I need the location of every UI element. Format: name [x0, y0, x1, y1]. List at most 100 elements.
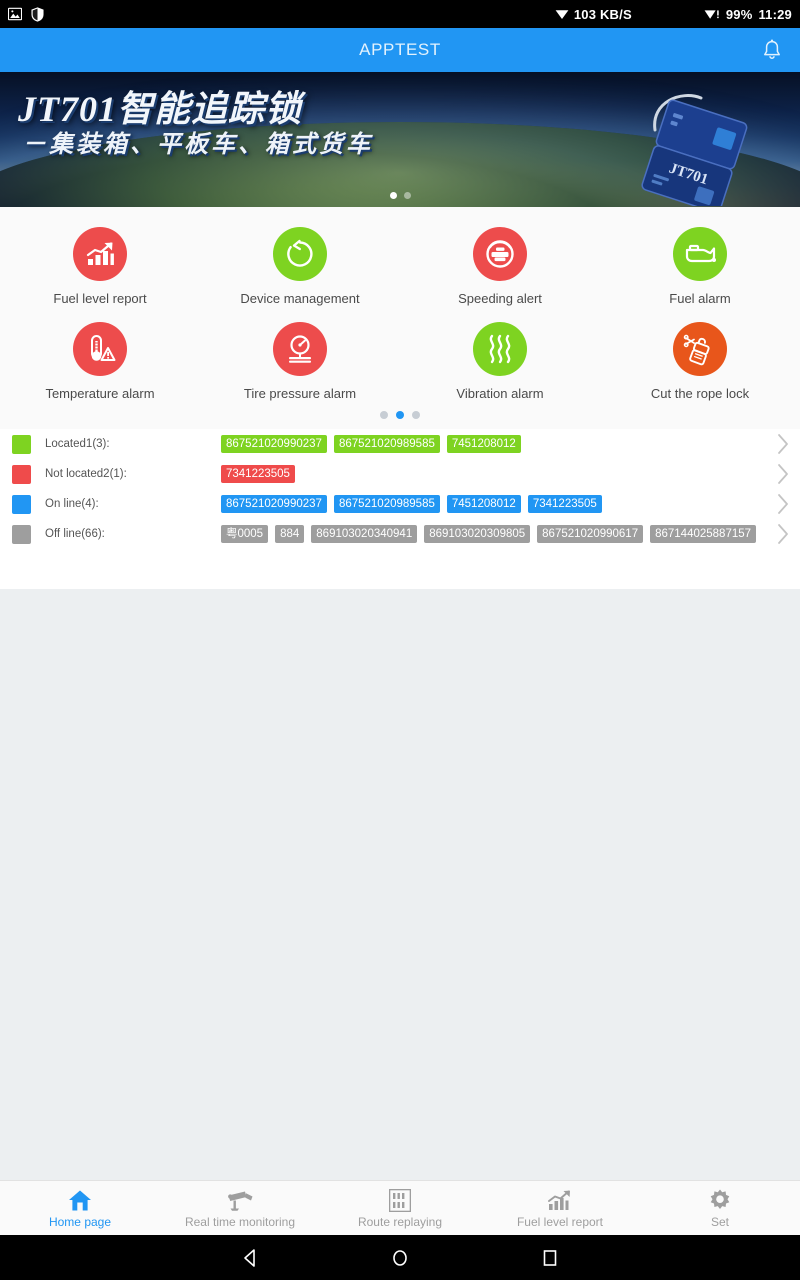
device-tag[interactable]: 7451208012 [446, 495, 521, 513]
feature-shortcut-section: Fuel level report Device management Spee… [0, 207, 800, 429]
tire-gauge-icon [289, 335, 311, 363]
grid-item-fuel-level-report[interactable]: Fuel level report [0, 221, 200, 310]
device-tag[interactable]: 867144025887157 [650, 525, 757, 543]
recents-square-icon[interactable] [535, 1243, 565, 1273]
grid-item-label: Cut the rope lock [650, 386, 750, 401]
device-tag[interactable]: 869103020309805 [424, 525, 531, 543]
status-color-swatch [12, 494, 31, 514]
status-bar-right: 99% 11:29 [704, 7, 792, 22]
chevron-right-icon[interactable] [766, 463, 800, 485]
device-tag[interactable]: 867521020989585 [333, 435, 440, 453]
status-row-offline[interactable]: Off line(66): 粤0005 884 869103020340941 … [0, 519, 800, 549]
status-row-not-located[interactable]: Not located2(1): 7341223505 [0, 459, 800, 489]
tab-label: Home page [48, 1214, 112, 1229]
grid-dot-1[interactable] [380, 411, 388, 419]
device-refresh-icon [287, 239, 313, 267]
vibration-waves-icon-bg [473, 322, 527, 376]
status-row-online[interactable]: On line(4): 867521020990237 867521020989… [0, 489, 800, 519]
banner-device-illustration: JT701 [563, 86, 778, 207]
page-title: APPTEST [359, 40, 441, 59]
network-speed-text: 103 KB/S [573, 6, 632, 22]
app-bar: APPTEST [0, 28, 800, 72]
banner-pagination-dots[interactable] [0, 192, 800, 199]
device-tag[interactable]: 7341223505 [527, 495, 602, 513]
status-row-label: Not located2(1): [45, 468, 127, 480]
speeding-car-icon-bg [473, 227, 527, 281]
grid-dot-3[interactable] [412, 411, 420, 419]
list-bottom-padding [0, 549, 800, 589]
status-row-tags: 867521020990237 867521020989585 74512080… [221, 435, 766, 453]
tab-home-page[interactable]: Home page [0, 1188, 160, 1229]
grid-item-speeding-alert[interactable]: Speeding alert [400, 221, 600, 310]
wifi-icon [555, 8, 569, 20]
vibration-waves-icon [489, 334, 511, 364]
device-tag[interactable]: 884 [275, 525, 305, 543]
device-tag[interactable]: 7341223505 [221, 465, 295, 483]
tab-real-time-monitoring[interactable]: Real time monitoring [160, 1188, 320, 1229]
oil-can-icon [685, 244, 716, 263]
grid-item-fuel-alarm[interactable]: Fuel alarm [600, 221, 800, 310]
status-color-swatch [12, 524, 31, 544]
home-circle-icon[interactable] [385, 1243, 415, 1273]
speeding-car-icon [486, 240, 514, 268]
chevron-right-icon[interactable] [766, 523, 800, 545]
grid-item-tire-pressure-alarm[interactable]: Tire pressure alarm [200, 316, 400, 405]
device-tag[interactable]: 867521020989585 [333, 495, 440, 513]
grid-item-label: Speeding alert [458, 291, 542, 306]
gear-icon [708, 1188, 732, 1212]
device-tag[interactable]: 867521020990237 [221, 435, 327, 453]
grid-item-label: Tire pressure alarm [243, 386, 357, 401]
device-tag[interactable]: 粤0005 [221, 525, 269, 543]
thermometer-alert-icon-bg [73, 322, 127, 376]
android-status-bar: 103 KB/S 99% 11:29 [0, 0, 800, 28]
device-refresh-icon-bg [273, 227, 327, 281]
clock-text: 11:29 [758, 6, 792, 22]
android-navigation-bar [0, 1235, 800, 1280]
tab-label: Set [710, 1214, 729, 1229]
network-speed-indicator: 103 KB/S [555, 7, 632, 22]
device-tag[interactable]: 869103020340941 [311, 525, 418, 543]
grid-dot-2[interactable] [396, 411, 404, 419]
route-grid-icon [389, 1188, 411, 1212]
grid-item-label: Device management [240, 291, 360, 306]
device-tag[interactable]: 867521020990237 [221, 495, 327, 513]
promo-banner-carousel[interactable]: JT701智能追踪锁 －集装箱、平板车、箱式货车 JT701 [0, 72, 800, 207]
banner-dot-2[interactable] [403, 192, 411, 199]
grid-item-cut-the-rope-lock[interactable]: Cut the rope lock [600, 316, 800, 405]
grid-item-vibration-alarm[interactable]: Vibration alarm [400, 316, 600, 405]
grid-pagination-dots[interactable] [0, 405, 800, 423]
status-row-located[interactable]: Located1(3): 867521020990237 86752102098… [0, 429, 800, 459]
status-row-tags: 粤0005 884 869103020340941 86910302030980… [221, 525, 766, 543]
tab-label: Real time monitoring [184, 1214, 296, 1229]
cctv-camera-icon [227, 1188, 254, 1212]
tab-route-replaying[interactable]: Route replaying [320, 1188, 480, 1229]
status-bar-left-icons [8, 6, 44, 22]
status-row-label: Off line(66): [45, 528, 105, 540]
content-empty-area [0, 589, 800, 1199]
banner-subtitle: －集装箱、平板车、箱式货车 [22, 132, 373, 158]
tab-fuel-level-report[interactable]: Fuel level report [480, 1188, 640, 1229]
status-color-swatch [12, 434, 31, 454]
grid-item-label: Fuel alarm [669, 291, 731, 306]
device-tag[interactable]: 867521020990617 [537, 525, 644, 543]
device-tag[interactable]: 7451208012 [446, 435, 521, 453]
thermometer-alert-icon [91, 335, 116, 361]
grid-item-temperature-alarm[interactable]: Temperature alarm [0, 316, 200, 405]
tab-label: Route replaying [357, 1214, 443, 1229]
grid-item-label: Fuel level report [53, 291, 147, 306]
cut-rope-lock-icon-bg [673, 322, 727, 376]
tab-set[interactable]: Set [640, 1188, 800, 1229]
feature-grid: Fuel level report Device management Spee… [0, 221, 800, 405]
chevron-right-icon[interactable] [766, 493, 800, 515]
banner-dot-1[interactable] [389, 192, 397, 199]
battery-percent-text: 99% [725, 6, 753, 22]
chart-up-icon [547, 1188, 573, 1212]
fuel-level-chart-icon [86, 242, 114, 265]
bell-icon[interactable] [758, 36, 786, 64]
grid-item-device-management[interactable]: Device management [200, 221, 400, 310]
back-triangle-icon[interactable] [235, 1243, 265, 1273]
home-icon [68, 1188, 92, 1212]
grid-item-label: Temperature alarm [45, 386, 155, 401]
bottom-tab-bar: Home page Real time monitoring Route rep… [0, 1180, 800, 1235]
chevron-right-icon[interactable] [766, 433, 800, 455]
